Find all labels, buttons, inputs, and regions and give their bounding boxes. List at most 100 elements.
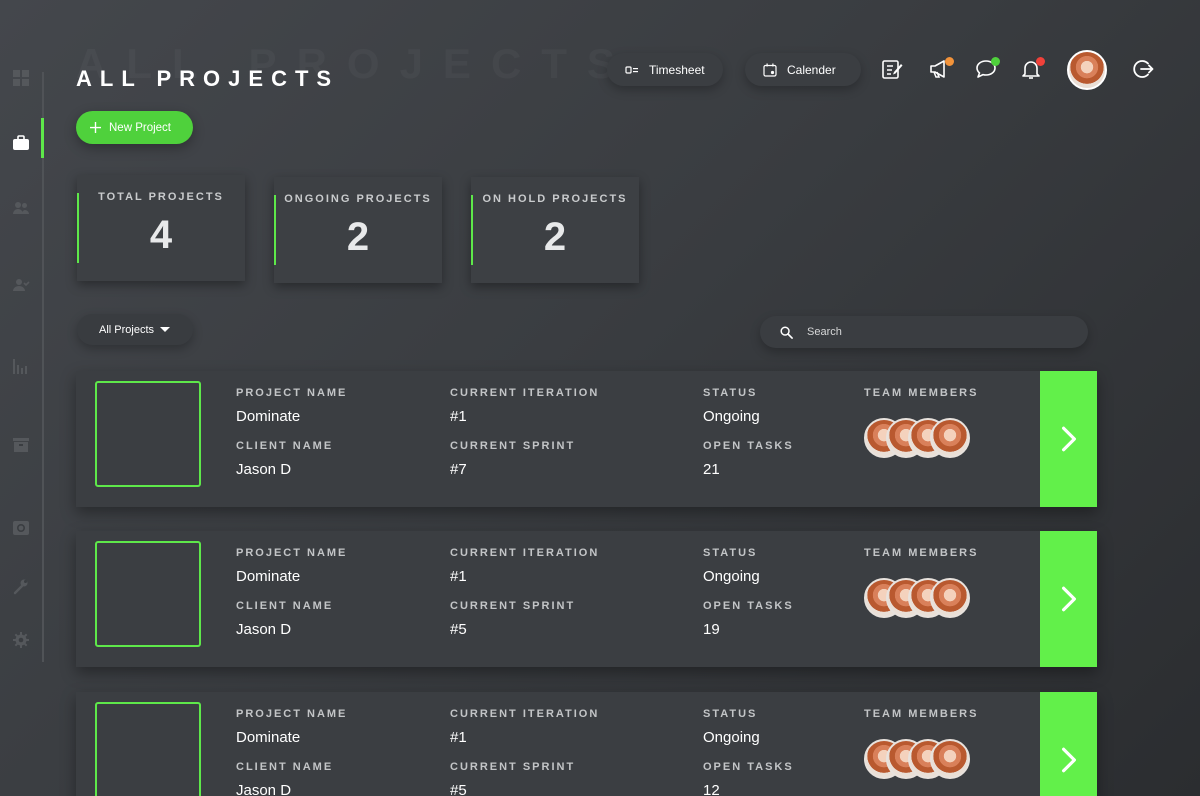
team-member-avatar[interactable]	[930, 578, 970, 618]
project-filter-dropdown[interactable]: All Projects	[77, 314, 193, 345]
iteration-value: #1	[450, 729, 467, 746]
plus-icon	[90, 122, 101, 133]
timesheet-label: Timesheet	[649, 62, 705, 77]
reports-icon[interactable]	[11, 356, 31, 376]
announcements-icon[interactable]	[928, 57, 954, 83]
notes-icon[interactable]	[880, 57, 906, 83]
archive-icon[interactable]	[11, 435, 31, 455]
stat-card-on-hold: ON HOLD PROJECTS 2	[471, 177, 639, 283]
open-project-button[interactable]	[1040, 531, 1097, 667]
iteration-value: #1	[450, 408, 467, 425]
stat-value: 2	[543, 215, 567, 259]
status-label: STATUS	[703, 708, 758, 720]
sprint-label: CURRENT SPRINT	[450, 440, 576, 452]
open-project-button[interactable]	[1040, 371, 1097, 507]
dashboard-icon[interactable]	[11, 68, 31, 88]
settings-icon[interactable]	[11, 630, 31, 650]
team-icon[interactable]	[11, 198, 31, 218]
filter-selected: All Projects	[99, 323, 155, 336]
project-name-label: PROJECT NAME	[236, 708, 348, 720]
chat-badge	[991, 57, 1000, 66]
calendar-icon	[763, 63, 777, 77]
timesheet-button[interactable]: Timesheet	[607, 53, 723, 86]
sidebar-rail	[42, 72, 44, 662]
bell-badge	[1036, 57, 1045, 66]
sprint-value: #5	[450, 621, 467, 638]
status-label: STATUS	[703, 547, 758, 559]
chevron-right-icon	[1061, 426, 1076, 452]
project-name: Dominate	[236, 729, 301, 746]
wrench-icon[interactable]	[11, 577, 31, 597]
project-name: Dominate	[236, 408, 301, 425]
page-title: ALL PROJECTS	[76, 66, 340, 91]
team-members-label: TEAM MEMBERS	[864, 547, 979, 559]
project-thumbnail	[95, 541, 201, 647]
iteration-label: CURRENT ITERATION	[450, 708, 600, 720]
open-project-button[interactable]	[1040, 692, 1097, 796]
logout-icon[interactable]	[1132, 57, 1158, 83]
search-input[interactable]	[807, 326, 1067, 338]
sprint-label: CURRENT SPRINT	[450, 761, 576, 773]
client-name-label: CLIENT NAME	[236, 600, 334, 612]
chevron-right-icon	[1061, 747, 1076, 773]
status-value: Ongoing	[703, 729, 760, 746]
camera-icon[interactable]	[11, 518, 31, 538]
chevron-right-icon	[1061, 586, 1076, 612]
project-name-label: PROJECT NAME	[236, 547, 348, 559]
project-name-label: PROJECT NAME	[236, 387, 348, 399]
open-tasks-label: OPEN TASKS	[703, 761, 794, 773]
project-card: PROJECT NAME Dominate CLIENT NAME Jason …	[76, 371, 1097, 507]
calendar-button[interactable]: Calender	[745, 53, 861, 86]
project-thumbnail	[95, 702, 201, 796]
client-name-label: CLIENT NAME	[236, 440, 334, 452]
bell-icon[interactable]	[1019, 57, 1045, 83]
client-name: Jason D	[236, 461, 292, 478]
team-avatars	[864, 739, 984, 781]
search-icon	[780, 325, 793, 339]
new-project-label: New Project	[109, 121, 171, 134]
caret-down-icon	[160, 327, 171, 332]
project-card: PROJECT NAME Dominate CLIENT NAME Jason …	[76, 531, 1097, 667]
calendar-label: Calender	[787, 62, 836, 77]
sidebar	[0, 0, 44, 796]
client-name: Jason D	[236, 782, 292, 796]
stat-value: 2	[346, 215, 370, 259]
stat-accent	[274, 195, 276, 265]
team-avatars	[864, 418, 984, 460]
stat-accent	[77, 193, 79, 263]
briefcase-icon[interactable]	[11, 133, 31, 153]
team-members-label: TEAM MEMBERS	[864, 708, 979, 720]
open-tasks-label: OPEN TASKS	[703, 600, 794, 612]
timesheet-icon	[625, 65, 638, 74]
search-bar	[760, 316, 1088, 348]
clients-icon[interactable]	[11, 275, 31, 295]
open-tasks-value: 12	[703, 782, 720, 796]
status-value: Ongoing	[703, 408, 760, 425]
announcements-badge	[945, 57, 954, 66]
stat-card-ongoing: ONGOING PROJECTS 2	[274, 177, 442, 283]
sprint-value: #5	[450, 782, 467, 796]
iteration-label: CURRENT ITERATION	[450, 547, 600, 559]
project-thumbnail	[95, 381, 201, 487]
sprint-label: CURRENT SPRINT	[450, 600, 576, 612]
stat-card-total: TOTAL PROJECTS 4	[77, 175, 245, 281]
stat-value: 4	[149, 213, 173, 257]
open-tasks-value: 21	[703, 461, 720, 478]
open-tasks-label: OPEN TASKS	[703, 440, 794, 452]
new-project-button[interactable]: New Project	[76, 111, 193, 144]
iteration-value: #1	[450, 568, 467, 585]
chat-icon[interactable]	[974, 57, 1000, 83]
client-name: Jason D	[236, 621, 292, 638]
open-tasks-value: 19	[703, 621, 720, 638]
iteration-label: CURRENT ITERATION	[450, 387, 600, 399]
sprint-value: #7	[450, 461, 467, 478]
stat-label: TOTAL PROJECTS	[98, 191, 224, 203]
user-avatar[interactable]	[1067, 50, 1107, 90]
sidebar-active-indicator	[41, 118, 44, 158]
project-name: Dominate	[236, 568, 301, 585]
team-member-avatar[interactable]	[930, 739, 970, 779]
team-member-avatar[interactable]	[930, 418, 970, 458]
stat-label: ONGOING PROJECTS	[284, 193, 432, 205]
client-name-label: CLIENT NAME	[236, 761, 334, 773]
team-members-label: TEAM MEMBERS	[864, 387, 979, 399]
